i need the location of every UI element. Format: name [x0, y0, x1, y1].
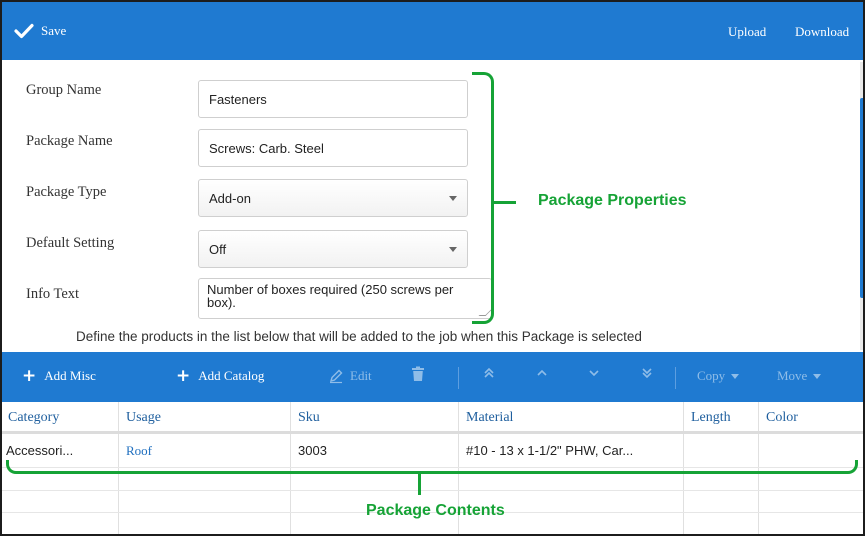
- info-text-value: Number of boxes required (250 screws per…: [207, 282, 454, 310]
- edit-label: Edit: [350, 368, 372, 383]
- package-type-value: Add-on: [209, 190, 251, 206]
- move-top-button[interactable]: [483, 366, 495, 380]
- add-misc-button[interactable]: + Add Misc: [22, 366, 96, 386]
- add-catalog-label: Add Catalog: [198, 368, 265, 383]
- chevron-down-icon: [449, 196, 457, 201]
- package-contents-annotation: Package Contents: [366, 502, 505, 519]
- copy-label: Copy: [697, 368, 726, 383]
- column-header-color[interactable]: Color: [766, 410, 798, 426]
- cell-usage-link[interactable]: Roof: [126, 443, 152, 459]
- group-name-input[interactable]: Fasteners: [198, 80, 468, 118]
- package-type-select[interactable]: Add-on: [198, 179, 468, 217]
- cell-category: Accessori...: [6, 443, 74, 458]
- save-label: Save: [41, 23, 67, 38]
- package-properties-annotation: Package Properties: [538, 192, 687, 209]
- toolbar-separator: [458, 367, 459, 389]
- package-name-input[interactable]: Screws: Carb. Steel: [198, 129, 468, 167]
- pencil-icon: [329, 369, 343, 384]
- group-name-label: Group Name: [26, 82, 102, 98]
- column-header-category[interactable]: Category: [8, 410, 59, 426]
- app-window: Save Upload Download Group Name Fastener…: [0, 0, 865, 536]
- row-divider: [2, 490, 863, 491]
- move-down-button[interactable]: [588, 366, 600, 380]
- double-chevron-down-icon: [642, 368, 652, 379]
- chevron-down-icon: [589, 370, 599, 377]
- plus-icon: +: [176, 366, 191, 386]
- caret-down-icon: [813, 373, 822, 379]
- move-bottom-button[interactable]: [641, 366, 653, 380]
- upload-button[interactable]: Upload: [728, 24, 766, 40]
- package-name-label: Package Name: [26, 133, 113, 149]
- column-header-length[interactable]: Length: [691, 410, 731, 426]
- checkmark-icon: [14, 23, 34, 39]
- move-up-button[interactable]: [536, 366, 548, 380]
- default-setting-select[interactable]: Off: [198, 230, 468, 268]
- column-header-sku[interactable]: Sku: [298, 410, 320, 426]
- contents-bracket-pointer: [418, 473, 421, 495]
- properties-bracket: [472, 72, 494, 324]
- download-button[interactable]: Download: [795, 24, 849, 40]
- double-chevron-up-icon: [484, 367, 494, 378]
- move-dropdown-button[interactable]: Move: [777, 368, 822, 384]
- form-scrollbar-thumb[interactable]: [860, 98, 863, 298]
- top-toolbar: Save Upload Download: [2, 2, 863, 60]
- caret-down-icon: [731, 373, 740, 379]
- copy-dropdown-button[interactable]: Copy: [697, 368, 740, 384]
- package-type-label: Package Type: [26, 184, 107, 200]
- chevron-down-icon: [449, 247, 457, 252]
- default-setting-value: Off: [209, 241, 227, 257]
- info-text-label: Info Text: [26, 286, 80, 302]
- cell-sku: 3003: [298, 443, 327, 458]
- group-name-value: Fasteners: [209, 91, 267, 107]
- add-misc-label: Add Misc: [44, 368, 96, 383]
- contents-bracket: [6, 460, 858, 474]
- define-products-text: Define the products in the list below th…: [76, 329, 642, 344]
- default-setting-label: Default Setting: [26, 235, 115, 251]
- move-label: Move: [777, 368, 808, 383]
- add-catalog-button[interactable]: + Add Catalog: [176, 366, 265, 386]
- plus-icon: +: [22, 366, 37, 386]
- grid-header-row: Category Usage Sku Material Length Color: [2, 402, 863, 434]
- column-header-material[interactable]: Material: [466, 410, 513, 426]
- cell-material: #10 - 13 x 1-1/2" PHW, Car...: [466, 443, 634, 458]
- info-text-textarea[interactable]: Number of boxes required (250 screws per…: [198, 278, 492, 319]
- chevron-up-icon: [537, 369, 547, 376]
- package-name-value: Screws: Carb. Steel: [209, 140, 324, 156]
- properties-bracket-pointer: [494, 201, 516, 204]
- toolbar-separator: [675, 367, 676, 389]
- delete-button[interactable]: [411, 366, 425, 382]
- save-button[interactable]: Save: [14, 18, 66, 44]
- trash-icon: [412, 366, 424, 381]
- edit-button[interactable]: Edit: [328, 368, 372, 384]
- column-header-usage[interactable]: Usage: [126, 410, 161, 426]
- grid-toolbar: + Add Misc + Add Catalog Edit Copy Move: [2, 352, 863, 402]
